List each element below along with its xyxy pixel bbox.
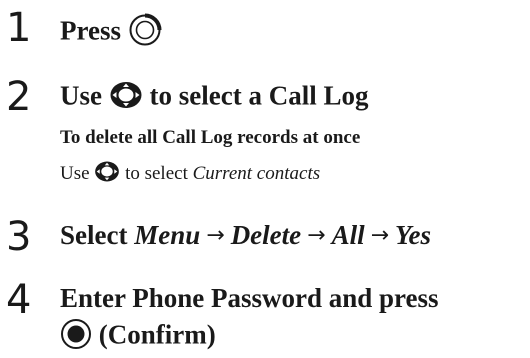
step-3-text: Select Menu → Delete → All → Yes	[60, 220, 431, 251]
menu-item-menu: Menu	[134, 220, 201, 250]
arrow-icon: →	[370, 223, 390, 248]
step-4-confirm: (Confirm)	[98, 319, 216, 350]
step-3-select: Select	[60, 220, 128, 250]
step-1-number: 1	[6, 5, 32, 51]
menu-item-delete: Delete	[230, 220, 302, 250]
step-3-number: 3	[6, 214, 32, 260]
step-2-rest: to select a Call Log	[149, 80, 369, 111]
side-key-icon	[128, 13, 162, 54]
note-use: Use	[60, 162, 90, 184]
step-2-number: 2	[6, 74, 32, 120]
note-current-contacts: Current contacts	[192, 162, 321, 184]
step-1-label: Press	[60, 15, 121, 46]
step-1-text: Press	[60, 13, 162, 54]
nav-key-icon	[94, 160, 120, 189]
note-text: Use to select Current contacts	[60, 160, 320, 189]
step-4-number: 4	[6, 277, 32, 323]
note-title: To delete all Call Log records at once	[60, 127, 361, 148]
step-2-use: Use	[60, 80, 102, 111]
step-2-text: Use to select a Call Log	[60, 80, 368, 117]
note-to-select: to select	[125, 162, 188, 184]
arrow-icon: →	[206, 223, 225, 248]
step-4-line1: Enter Phone Password and press	[60, 283, 439, 313]
menu-item-all: All	[331, 220, 365, 250]
step-4-line2: (Confirm)	[60, 318, 216, 357]
center-key-icon	[60, 318, 92, 357]
arrow-icon: →	[307, 223, 326, 248]
nav-key-icon	[109, 80, 143, 117]
menu-item-yes: Yes	[395, 220, 432, 250]
